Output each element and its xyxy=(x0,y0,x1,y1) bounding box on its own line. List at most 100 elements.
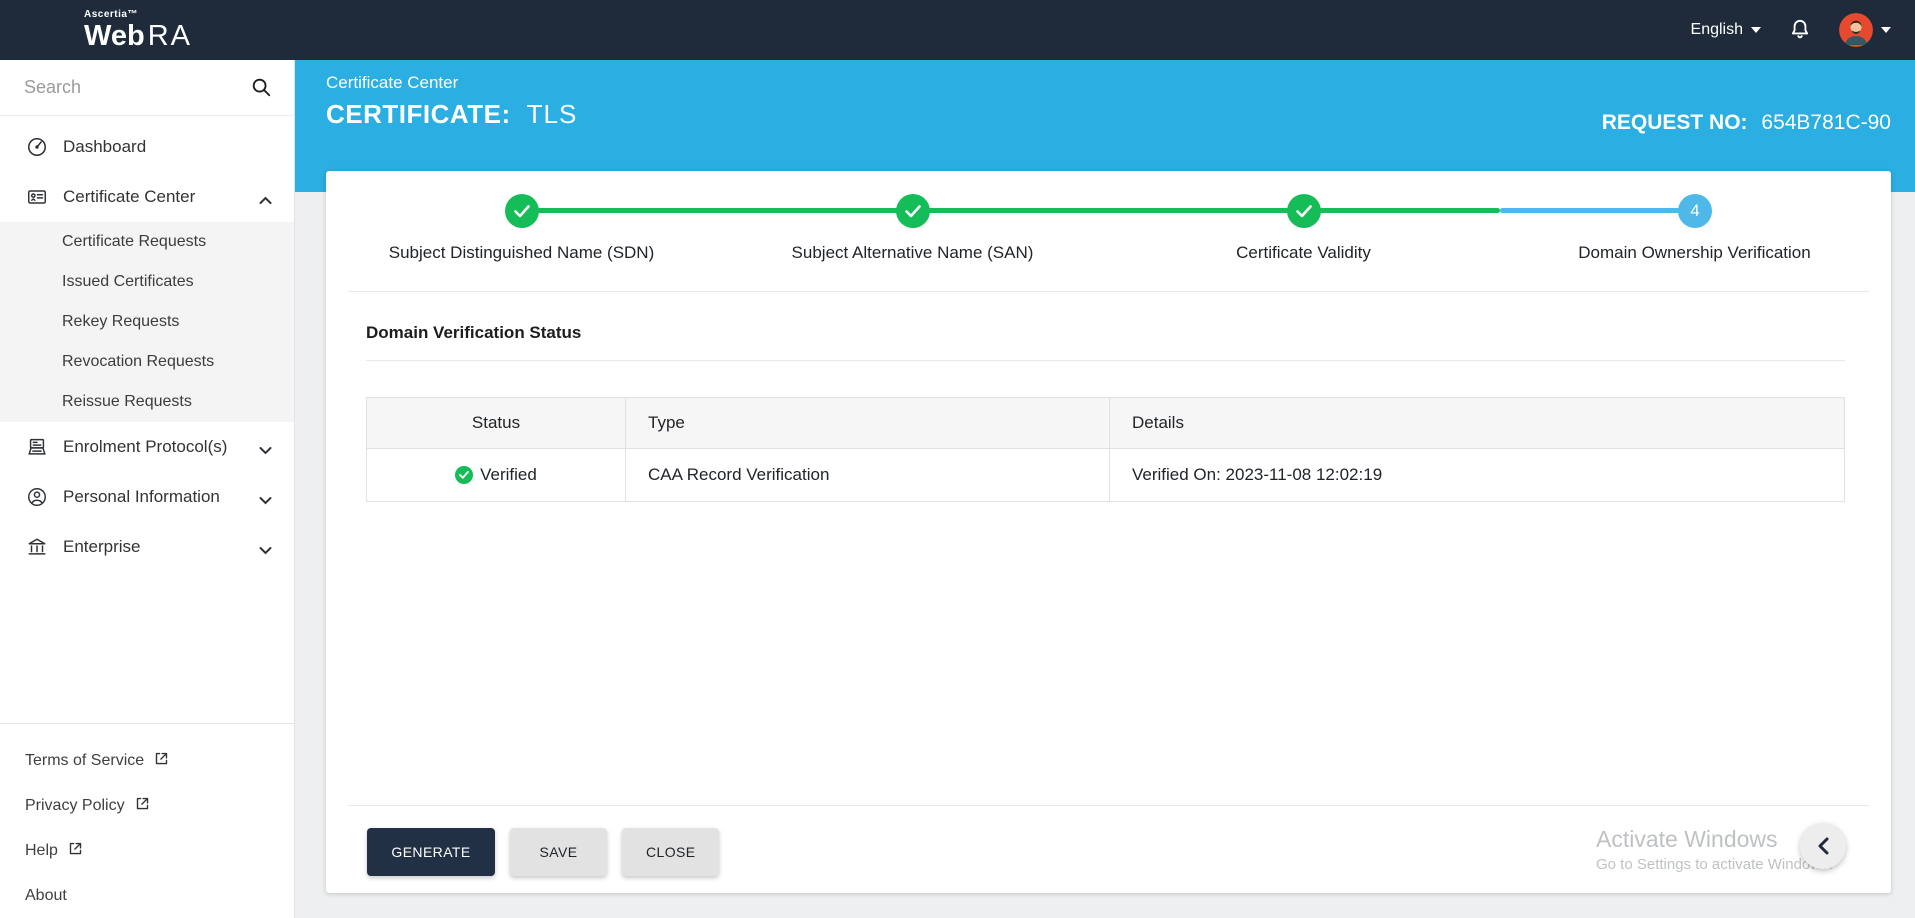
certificate-icon xyxy=(25,186,49,208)
page-title-value: TLS xyxy=(526,99,578,129)
sidebar-item-certificate-requests[interactable]: Certificate Requests xyxy=(0,222,294,262)
help-link[interactable]: Help xyxy=(0,828,294,873)
check-icon xyxy=(905,204,921,217)
step-1-label: Subject Distinguished Name (SDN) xyxy=(388,243,655,262)
save-button[interactable]: SAVE xyxy=(510,828,607,876)
chevron-left-icon xyxy=(1818,837,1829,855)
sidebar-item-rekey-requests[interactable]: Rekey Requests xyxy=(0,302,294,342)
step-number: 4 xyxy=(1690,201,1700,220)
step-connector xyxy=(1304,208,1500,213)
dashboard-icon xyxy=(25,136,49,158)
type-cell: CAA Record Verification xyxy=(625,448,1110,502)
sidebar-item-certificate-center[interactable]: Certificate Center xyxy=(0,172,294,222)
divider xyxy=(348,805,1869,806)
domain-verification-table: Status Type Details Verified CAA Record … xyxy=(366,397,1845,502)
chevron-down-icon xyxy=(1881,27,1891,33)
sidebar-item-issued-certificates[interactable]: Issued Certificates xyxy=(0,262,294,302)
avatar xyxy=(1839,13,1873,47)
step-1-circle-done[interactable] xyxy=(505,194,539,228)
notifications-bell-icon[interactable] xyxy=(1787,17,1813,43)
sidebar-item-label: Dashboard xyxy=(63,137,147,156)
brand-logo[interactable]: Ascertia™ Web RA xyxy=(84,8,192,51)
search-icon[interactable] xyxy=(250,76,272,103)
sidebar-item-enrolment-protocols[interactable]: Enrolment Protocol(s) xyxy=(0,422,294,472)
column-header-details: Details xyxy=(1109,397,1845,449)
page-title: CERTIFICATE: TLS xyxy=(326,99,577,130)
about-link[interactable]: About xyxy=(0,873,294,918)
sidebar-footer: Terms of Service Privacy Policy Help Abo… xyxy=(0,723,294,918)
sidebar-item-dashboard[interactable]: Dashboard xyxy=(0,122,294,172)
language-label: English xyxy=(1690,21,1743,38)
footer-link-label: About xyxy=(25,886,67,904)
sidebar-item-revocation-requests[interactable]: Revocation Requests xyxy=(0,342,294,382)
status-badge: Verified xyxy=(480,465,537,484)
sidebar-item-reissue-requests[interactable]: Reissue Requests xyxy=(0,382,294,422)
footer-link-label: Privacy Policy xyxy=(25,796,125,814)
verified-check-icon xyxy=(455,466,474,484)
footer-link-label: Help xyxy=(25,841,58,859)
divider xyxy=(348,291,1869,292)
external-link-icon xyxy=(154,751,169,771)
step-connector xyxy=(913,208,1304,213)
enterprise-bank-icon xyxy=(25,536,49,558)
step-3-circle-done[interactable] xyxy=(1287,194,1321,228)
step-2-circle-done[interactable] xyxy=(896,194,930,228)
step-connector xyxy=(522,208,913,213)
sidebar-item-personal-information[interactable]: Personal Information xyxy=(0,472,294,522)
step-3-label: Certificate Validity xyxy=(1236,243,1371,262)
step-4-circle-current[interactable]: 4 xyxy=(1678,194,1712,228)
step-connector xyxy=(1500,208,1696,213)
sub-item-label: Issued Certificates xyxy=(62,273,194,290)
close-button[interactable]: CLOSE xyxy=(622,828,720,876)
chevron-down-icon xyxy=(259,540,272,560)
page-title-label: CERTIFICATE: xyxy=(326,99,511,129)
certificate-center-submenu: Certificate Requests Issued Certificates… xyxy=(0,222,294,422)
divider xyxy=(0,723,294,724)
main-content: Certificate Center CERTIFICATE: TLS REQU… xyxy=(295,60,1915,918)
action-bar: GENERATE SAVE CLOSE xyxy=(367,828,720,876)
column-header-status: Status xyxy=(366,397,626,449)
check-icon xyxy=(514,204,530,217)
terms-of-service-link[interactable]: Terms of Service xyxy=(0,738,294,783)
sidebar-nav: Dashboard Certificate Center Certificate… xyxy=(0,116,294,572)
sidebar-item-label: Personal Information xyxy=(63,487,220,506)
language-selector[interactable]: English xyxy=(1691,21,1761,39)
generate-button[interactable]: GENERATE xyxy=(367,828,495,876)
webra-app: Ascertia™ Web RA English Search Dashboar… xyxy=(0,0,1915,918)
sidebar-item-label: Enterprise xyxy=(63,537,141,556)
divider xyxy=(366,360,1845,361)
details-cell: Verified On: 2023-11-08 12:02:19 xyxy=(1109,448,1845,502)
user-menu[interactable] xyxy=(1839,13,1891,47)
collapse-panel-button[interactable] xyxy=(1800,823,1846,869)
external-link-icon xyxy=(68,841,83,861)
step-4-label: Domain Ownership Verification xyxy=(1578,243,1811,262)
table-row: Verified CAA Record Verification Verifie… xyxy=(366,448,1845,502)
topbar-right: English xyxy=(1691,13,1891,47)
wizard-card: 4 Subject Distinguished Name (SDN) Subje… xyxy=(326,171,1891,893)
request-number-value: 654B781C-90 xyxy=(1761,111,1891,134)
status-cell: Verified xyxy=(366,448,626,502)
sub-item-label: Reissue Requests xyxy=(62,393,192,410)
sidebar: Dashboard Certificate Center Certif xyxy=(0,60,295,918)
privacy-policy-link[interactable]: Privacy Policy xyxy=(0,783,294,828)
sidebar-item-enterprise[interactable]: Enterprise xyxy=(0,522,294,572)
enrolment-protocol-icon xyxy=(25,436,49,458)
sidebar-item-label: Certificate Center xyxy=(63,187,196,206)
footer-link-label: Terms of Service xyxy=(25,751,145,769)
sub-item-label: Revocation Requests xyxy=(62,353,215,370)
chevron-down-icon xyxy=(259,490,272,510)
request-number-label: REQUEST NO: xyxy=(1601,111,1748,134)
person-icon xyxy=(25,486,49,508)
chevron-down-icon xyxy=(259,440,272,460)
breadcrumb: Certificate Center xyxy=(326,73,459,92)
topbar: Ascertia™ Web RA English xyxy=(0,0,1915,60)
step-2-label: Subject Alternative Name (SAN) xyxy=(791,243,1034,262)
sidebar-item-label: Enrolment Protocol(s) xyxy=(63,437,228,456)
table-header-row: Status Type Details xyxy=(366,397,1845,449)
sidebar-search xyxy=(0,60,294,116)
wizard-stepper: 4 Subject Distinguished Name (SDN) Subje… xyxy=(326,171,1891,291)
section-title: Domain Verification Status xyxy=(366,323,582,342)
brand-ascertia: Ascertia™ xyxy=(84,8,138,20)
chevron-up-icon xyxy=(259,190,272,210)
sub-item-label: Rekey Requests xyxy=(62,313,180,330)
